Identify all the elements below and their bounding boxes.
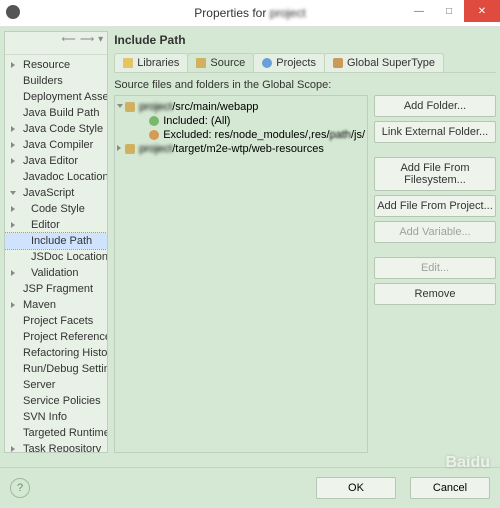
nav-item-builders[interactable]: Builders [5,73,107,89]
source-folder[interactable]: project/src/main/webapp [117,100,365,114]
help-button[interactable]: ? [10,478,30,498]
nav-item-jsp-fragment[interactable]: JSP Fragment [5,281,107,297]
remove-button[interactable]: Remove [374,283,496,305]
scope-hint: Source files and folders in the Global S… [114,79,496,91]
nav-item-validation[interactable]: Validation [5,265,107,281]
nav-item-java-editor[interactable]: Java Editor [5,153,107,169]
nav-back-icon[interactable]: ⟵ [61,34,75,52]
tab-bar: Libraries Source Projects Global SuperType [114,53,496,73]
nav-item-javadoc-location[interactable]: Javadoc Location [5,169,107,185]
nav-menu-icon[interactable]: ▾ [98,34,103,52]
nav-item-java-compiler[interactable]: Java Compiler [5,137,107,153]
cancel-button[interactable]: Cancel [410,477,490,499]
main-panel: Include Path Libraries Source Projects Glob… [114,31,496,453]
maximize-button[interactable]: □ [434,0,464,22]
nav-item-project-references[interactable]: Project References [5,329,107,345]
nav-item-maven[interactable]: Maven [5,297,107,313]
nav-item-editor[interactable]: Editor [5,217,107,233]
tab-label: Projects [276,57,316,69]
add-folder-button[interactable]: Add Folder... [374,95,496,117]
proj-icon [262,58,272,68]
src-icon [196,58,206,68]
nav-item-project-facets[interactable]: Project Facets [5,313,107,329]
link-external-folder-button[interactable]: Link External Folder... [374,121,496,143]
included-patterns[interactable]: Included: (All) [117,114,365,128]
nav-item-jsdoc-location[interactable]: JSDoc Location [5,249,107,265]
nav-item-java-code-style[interactable]: Java Code Style [5,121,107,137]
add-file-filesystem-button[interactable]: Add File From Filesystem... [374,157,496,191]
tab-source[interactable]: Source [187,53,254,72]
nav-item-javascript[interactable]: JavaScript [5,185,107,201]
nav-item-task-repository[interactable]: Task Repository [5,441,107,453]
tab-global-supertype[interactable]: Global SuperType [324,53,444,72]
folder-icon [123,58,133,68]
excluded-patterns[interactable]: Excluded: res/node_modules/,res/path/js/ [117,128,365,142]
source-folder[interactable]: project/target/m2e-wtp/web-resources [117,142,365,156]
redacted: path [330,129,351,141]
button-column: Add Folder... Link External Folder... Ad… [374,95,496,453]
page-title: Include Path [114,33,496,47]
nav-item-run-debug-settings[interactable]: Run/Debug Settings [5,361,107,377]
nav-item-service-policies[interactable]: Service Policies [5,393,107,409]
window-title: Properties for project [194,6,305,20]
nav-item-code-style[interactable]: Code Style [5,201,107,217]
close-button[interactable]: ✕ [464,0,500,22]
tab-label: Libraries [137,57,179,69]
ok-button[interactable]: OK [316,477,396,499]
nav-toolbar: ⟵ ⟶ ▾ [5,32,107,55]
redacted-project: project [270,6,306,20]
nav-tree[interactable]: ResourceBuildersDeployment AssemblyJava … [5,55,107,453]
add-variable-button: Add Variable... [374,221,496,243]
minimize-button[interactable]: — [404,0,434,22]
nav-item-targeted-runtimes[interactable]: Targeted Runtimes [5,425,107,441]
nav-item-deployment-assembly[interactable]: Deployment Assembly [5,89,107,105]
nav-item-include-path[interactable]: Include Path [5,233,107,249]
add-file-project-button[interactable]: Add File From Project... [374,195,496,217]
tab-libraries[interactable]: Libraries [114,53,188,72]
nav-item-refactoring-history[interactable]: Refactoring History [5,345,107,361]
nav-forward-icon[interactable]: ⟶ [80,34,94,52]
source-tree[interactable]: project/src/main/webapp Included: (All) … [114,95,368,453]
nav-item-resource[interactable]: Resource [5,57,107,73]
dialog-footer: ? OK Cancel [0,467,500,508]
redacted: project [139,101,172,113]
gst-icon [333,58,343,68]
edit-button: Edit... [374,257,496,279]
window-buttons: — □ ✕ [404,0,500,22]
nav-item-server[interactable]: Server [5,377,107,393]
window-titlebar: Properties for project — □ ✕ [0,0,500,27]
nav-item-java-build-path[interactable]: Java Build Path [5,105,107,121]
properties-dialog: Properties for project — □ ✕ ⟵ ⟶ ▾ Resou… [0,0,500,508]
nav-item-svn-info[interactable]: SVN Info [5,409,107,425]
tab-projects[interactable]: Projects [253,53,325,72]
tab-label: Source [210,57,245,69]
redacted: project [139,143,172,155]
category-nav: ⟵ ⟶ ▾ ResourceBuildersDeployment Assembl… [4,31,108,453]
app-icon [6,5,20,19]
tab-label: Global SuperType [347,57,435,69]
